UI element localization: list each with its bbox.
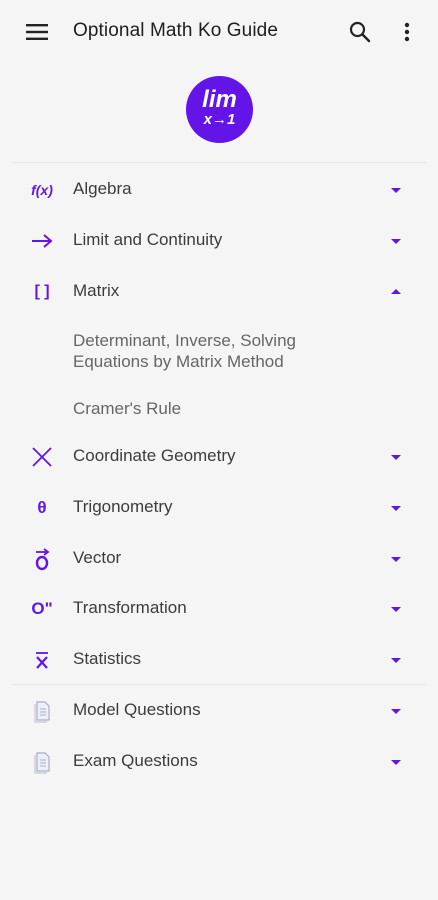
document-icon [28,750,56,774]
logo-line2: x→1 [203,111,236,128]
chevron-down-icon[interactable] [389,553,403,565]
topic-transformation[interactable]: O" Transformation [0,584,438,634]
topic-algebra[interactable]: f(x) Algebra [0,165,438,215]
more-vert-icon[interactable] [396,18,418,46]
topic-statistics[interactable]: Statistics [0,635,438,685]
hamburger-menu-icon[interactable] [22,18,52,46]
transformation-icon: O" [31,599,53,618]
brackets-icon: [ ] [34,283,50,300]
app-bar: Optional Math Ko Guide [0,0,438,64]
search-icon[interactable] [346,18,374,46]
subtopic-cramers-rule[interactable]: Cramer's Rule [73,398,373,419]
divider [12,162,426,163]
topic-label: Statistics [73,649,142,668]
chevron-down-icon[interactable] [389,451,403,463]
topic-limit-and-continuity[interactable]: Limit and Continuity [0,216,438,266]
topic-coordinate-geometry[interactable]: Coordinate Geometry [0,432,438,482]
function-icon: f(x) [31,182,53,198]
vector-icon [28,547,56,571]
model-questions[interactable]: Model Questions [0,686,438,736]
topic-label: Transformation [73,598,187,617]
topic-label: Algebra [73,179,132,198]
chevron-down-icon[interactable] [389,235,403,247]
logo-line1: lim [202,86,237,113]
app-logo: lim x→1 [186,76,253,143]
document-icon [28,699,56,723]
chevron-down-icon[interactable] [389,654,403,666]
theta-icon: θ [37,498,47,517]
topic-label: Vector [73,548,122,567]
topic-trigonometry[interactable]: θ Trigonometry [0,483,438,533]
chevron-down-icon[interactable] [389,756,403,768]
chevron-down-icon[interactable] [389,603,403,615]
divider [12,684,426,685]
question-label: Exam Questions [73,751,198,770]
topic-label: Trigonometry [73,497,173,516]
chevron-down-icon[interactable] [389,502,403,514]
subtopic-determinant[interactable]: Determinant, Inverse, Solving Equations … [73,330,373,372]
topic-vector[interactable]: Vector [0,534,438,584]
chevron-down-icon[interactable] [389,184,403,196]
topic-label: Limit and Continuity [73,230,223,249]
chevron-down-icon[interactable] [389,705,403,717]
app-title: Optional Math Ko Guide [73,20,278,41]
topic-matrix[interactable]: [ ] Matrix [0,267,438,317]
mean-icon [28,648,56,672]
exam-questions[interactable]: Exam Questions [0,737,438,787]
arrow-right-icon [28,229,56,253]
chevron-up-icon[interactable] [389,286,403,298]
cross-axes-icon [28,445,56,469]
topic-label: Coordinate Geometry [73,446,236,465]
topic-label: Matrix [73,281,120,300]
question-label: Model Questions [73,700,201,719]
